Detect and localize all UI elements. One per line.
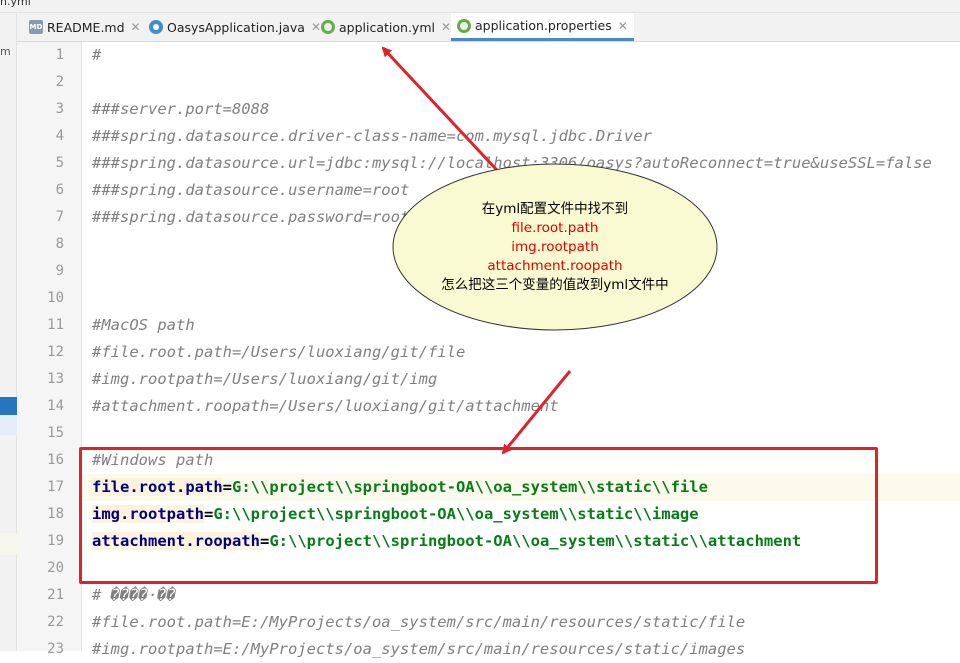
code-token: ###spring.datasource.driver-class-name=c… xyxy=(92,127,652,145)
code-text: #img.rootpath=E:/MyProjects/oa_system/sr… xyxy=(92,636,745,663)
code-token: #file.root.path=E:/MyProjects/oa_system/… xyxy=(92,613,746,631)
java-class-icon xyxy=(149,20,163,34)
window-title: n.yml xyxy=(0,0,31,8)
line-number: 20 xyxy=(47,560,64,576)
tab-application-yml[interactable]: application.yml ✕ xyxy=(315,13,457,41)
close-icon[interactable]: ✕ xyxy=(441,20,451,34)
line-number: 16 xyxy=(47,452,64,468)
highlight-box xyxy=(79,447,878,584)
annotation-text: 在yml配置文件中找不到 file.root.path img.rootpath… xyxy=(392,163,718,331)
spring-config-icon xyxy=(321,20,335,34)
close-icon[interactable]: ✕ xyxy=(131,20,141,34)
editor-tab-bar: MD README.md ✕ OasysApplication.java ✕ a… xyxy=(17,13,960,42)
code-text: #img.rootpath=/Users/luoxiang/git/img xyxy=(92,366,437,393)
code-token: #MacOS path xyxy=(92,316,195,334)
code-text: #MacOS path xyxy=(92,312,195,339)
code-text: #attachment.roopath=/Users/luoxiang/git/… xyxy=(92,393,559,420)
tab-oasys-application[interactable]: OasysApplication.java ✕ xyxy=(143,13,327,41)
line-number: 13 xyxy=(47,371,64,387)
tab-label: OasysApplication.java xyxy=(167,19,305,35)
code-line[interactable]: 23 #img.rootpath=E:/MyProjects/oa_system/… xyxy=(47,636,960,663)
tab-label: application.yml xyxy=(339,19,435,35)
line-number: 8 xyxy=(55,236,64,252)
project-tree-row[interactable] xyxy=(0,415,17,435)
code-text: # xyxy=(92,42,101,69)
code-line[interactable]: 12 #file.root.path=/Users/luoxiang/git/fi… xyxy=(47,339,960,366)
line-number: 18 xyxy=(47,506,64,522)
line-number: 9 xyxy=(55,263,64,279)
annotation-line: 怎么把这三个变量的值改到yml文件中 xyxy=(441,276,669,293)
code-line[interactable]: 4 ###spring.datasource.driver-class-name=… xyxy=(56,123,960,150)
markdown-file-icon: MD xyxy=(29,20,43,34)
line-number: 5 xyxy=(55,155,64,171)
annotation-var: attachment.roopath xyxy=(487,257,623,274)
close-icon[interactable]: ✕ xyxy=(618,19,628,33)
code-token: ###spring.datasource.password=root xyxy=(92,208,410,226)
line-number: 7 xyxy=(55,209,64,225)
line-number: 17 xyxy=(47,479,64,495)
tab-label: application.properties xyxy=(475,18,612,33)
code-text: #file.root.path=/Users/luoxiang/git/file xyxy=(92,339,465,366)
code-line[interactable]: 15 xyxy=(47,420,960,447)
code-text: # ����·�� xyxy=(92,582,176,609)
code-token: #img.rootpath=E:/MyProjects/oa_system/sr… xyxy=(92,640,746,658)
code-token: # xyxy=(92,46,102,64)
code-token: #img.rootpath=/Users/luoxiang/git/img xyxy=(92,370,438,388)
code-line[interactable]: 21 # ����·�� xyxy=(47,582,960,609)
window-title-strip: n.yml xyxy=(0,0,960,13)
line-number: 3 xyxy=(55,101,64,117)
line-number: 10 xyxy=(47,290,64,306)
line-number: 12 xyxy=(47,344,64,360)
line-number: 1 xyxy=(55,47,64,63)
code-token: #file.root.path=/Users/luoxiang/git/file xyxy=(92,343,466,361)
code-line[interactable]: 3 ###server.port=8088 xyxy=(56,96,960,123)
code-text: ###spring.datasource.password=root xyxy=(92,204,409,231)
code-text: ###server.port=8088 xyxy=(92,96,269,123)
line-number: 4 xyxy=(55,128,64,144)
annotation-var: img.rootpath xyxy=(511,238,599,255)
project-tree-selected-row[interactable] xyxy=(0,397,17,415)
line-number: 15 xyxy=(47,425,64,441)
tab-label: README.md xyxy=(47,19,125,35)
code-text: ###spring.datasource.username=root xyxy=(92,177,409,204)
code-token: ###spring.datasource.username=root xyxy=(92,181,410,199)
code-line[interactable]: 1 # xyxy=(56,42,960,69)
code-token: # ����·�� xyxy=(92,586,176,604)
code-token: #attachment.roopath=/Users/luoxiang/git/… xyxy=(92,397,559,415)
project-panel-edge: m xyxy=(0,13,17,651)
code-line[interactable]: 2 xyxy=(56,69,960,96)
line-number: 6 xyxy=(55,182,64,198)
line-number: 2 xyxy=(55,74,64,90)
line-number: 14 xyxy=(47,398,64,414)
project-panel-text: m xyxy=(0,45,11,58)
line-number: 23 xyxy=(47,641,64,657)
project-tree-row[interactable] xyxy=(0,533,17,555)
line-number: 19 xyxy=(47,533,64,549)
line-number: 11 xyxy=(47,317,64,333)
annotation-line: 在yml配置文件中找不到 xyxy=(481,200,629,217)
code-text: #file.root.path=E:/MyProjects/oa_system/… xyxy=(92,609,745,636)
tab-application-properties[interactable]: application.properties ✕ xyxy=(451,13,634,41)
code-token: ###server.port=8088 xyxy=(92,100,270,118)
line-number: 22 xyxy=(47,614,64,630)
spring-config-icon xyxy=(457,18,471,33)
code-line[interactable]: 22 #file.root.path=E:/MyProjects/oa_syste… xyxy=(47,609,960,636)
line-number: 21 xyxy=(47,587,64,603)
code-text: ###spring.datasource.driver-class-name=c… xyxy=(92,123,652,150)
code-line[interactable]: 14 #attachment.roopath=/Users/luoxiang/gi… xyxy=(47,393,960,420)
code-line[interactable]: 13 #img.rootpath=/Users/luoxiang/git/img xyxy=(47,366,960,393)
tab-readme[interactable]: MD README.md ✕ xyxy=(23,13,147,41)
annotation-var: file.root.path xyxy=(511,219,599,236)
